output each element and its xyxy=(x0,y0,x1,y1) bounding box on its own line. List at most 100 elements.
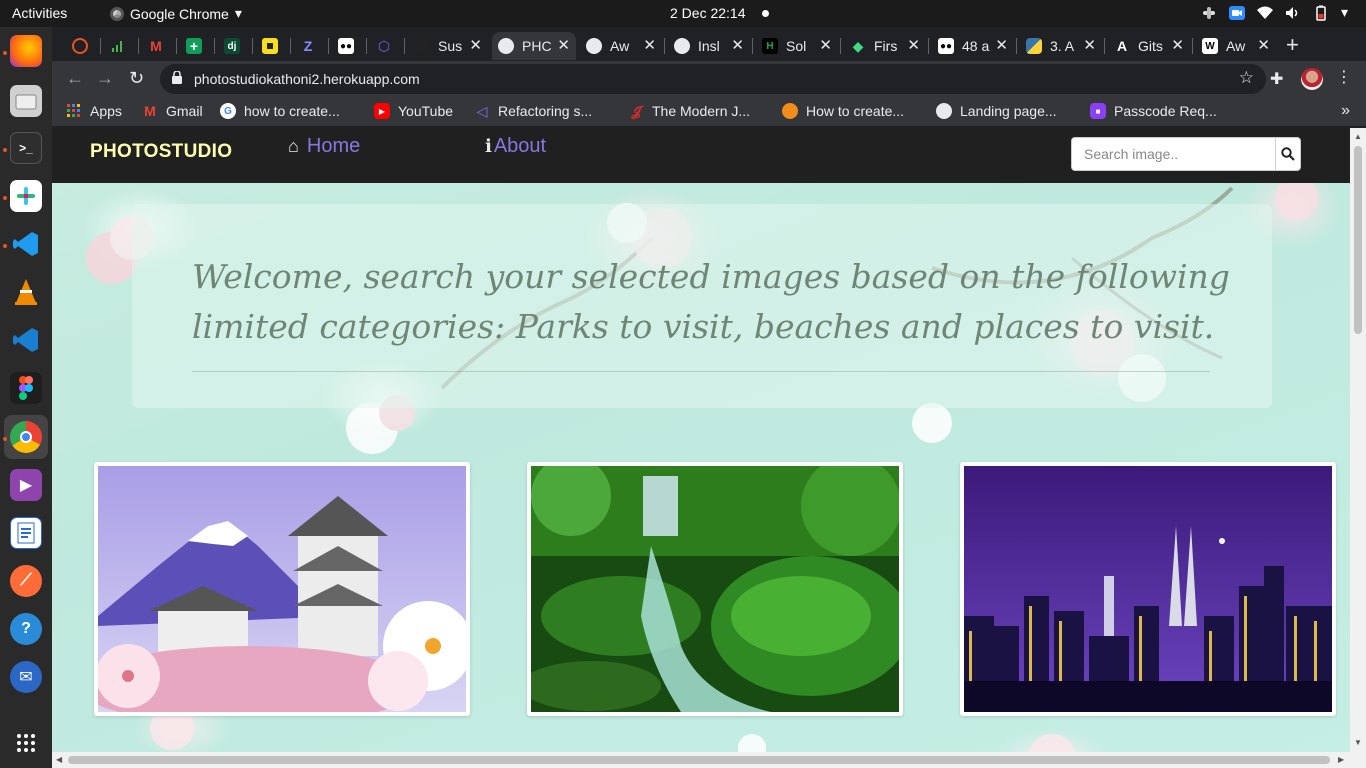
terminal-icon[interactable]: >_ xyxy=(10,132,42,164)
system-menu-chevron-icon[interactable]: ▾ xyxy=(1341,4,1348,21)
close-tab-icon[interactable]: ✕ xyxy=(819,36,832,54)
avatar[interactable] xyxy=(1301,68,1323,90)
reload-button[interactable]: ↻ xyxy=(129,68,144,89)
close-tab-icon[interactable]: ✕ xyxy=(907,36,920,54)
nav-home-link[interactable]: ⌂ Home xyxy=(288,135,360,158)
text-editor-icon[interactable] xyxy=(10,517,42,549)
wifi-icon[interactable] xyxy=(1256,5,1273,21)
tab-aw2[interactable]: W Aw ✕ xyxy=(1196,32,1276,60)
tab-aw[interactable]: Aw ✕ xyxy=(580,32,662,60)
vertical-scrollbar-thumb[interactable] xyxy=(1354,146,1362,334)
scroll-up-icon[interactable]: ▲ xyxy=(1354,132,1362,141)
gallery-card-japan[interactable] xyxy=(94,462,470,716)
slack-tray-icon[interactable] xyxy=(1201,5,1217,21)
back-button[interactable]: ← xyxy=(66,68,84,89)
tab-hex[interactable]: ⬡ xyxy=(370,32,404,60)
a-icon: A xyxy=(1116,38,1128,54)
tab-separator xyxy=(840,38,841,54)
tab-zed[interactable]: Z xyxy=(294,32,328,60)
site-brand[interactable]: PHOTOSTUDIO xyxy=(90,141,232,163)
chrome-icon[interactable] xyxy=(10,421,42,453)
bookmark-passcode[interactable]: ■ Passcode Req... xyxy=(1090,103,1217,119)
tab-sheet[interactable]: + xyxy=(180,32,214,60)
close-tab-icon[interactable]: ✕ xyxy=(1171,36,1184,54)
bookmark-how-to-create-2[interactable]: How to create... xyxy=(782,103,904,119)
close-tab-icon[interactable]: ✕ xyxy=(643,36,656,54)
help-icon[interactable]: ? xyxy=(10,613,42,645)
tab-yellow[interactable] xyxy=(256,32,290,60)
bookmark-youtube[interactable]: ▶ YouTube xyxy=(374,103,453,119)
tab-signal[interactable] xyxy=(104,32,138,60)
horizontal-scrollbar-thumb[interactable] xyxy=(68,756,1330,764)
close-tab-icon[interactable]: ✕ xyxy=(995,36,1008,54)
firefox-icon[interactable] xyxy=(10,35,42,67)
hex-icon: ⬡ xyxy=(377,37,391,54)
close-tab-icon[interactable]: ✕ xyxy=(731,36,744,54)
close-tab-icon[interactable]: ✕ xyxy=(469,36,482,54)
tab-sus[interactable]: Sus ✕ xyxy=(408,32,488,60)
tab-sol[interactable]: H Sol ✕ xyxy=(756,32,838,60)
zoom-tray-icon[interactable] xyxy=(1228,5,1245,21)
new-tab-button[interactable]: + xyxy=(1286,32,1299,58)
bookmark-modern-js[interactable]: 𝓙 The Modern J... xyxy=(628,103,750,120)
tab-medium[interactable]: ●● xyxy=(332,32,366,60)
tab-gmail[interactable]: M xyxy=(142,32,176,60)
zed-icon: Z xyxy=(303,38,313,54)
volume-icon[interactable] xyxy=(1285,5,1301,21)
globe-icon xyxy=(586,38,602,54)
gallery-image[interactable] xyxy=(964,466,1332,712)
more-bookmarks-icon[interactable]: » xyxy=(1341,102,1350,120)
tab-photostudio[interactable]: PHC ✕ xyxy=(492,32,576,60)
chrome-menu-icon[interactable]: ⋮ xyxy=(1336,67,1352,87)
tab-django[interactable]: dj xyxy=(218,32,252,60)
gallery-image[interactable] xyxy=(531,466,899,712)
clock[interactable]: 2 Dec 22:14 xyxy=(670,5,746,21)
scroll-down-icon[interactable]: ▼ xyxy=(1354,738,1362,747)
battery-icon[interactable] xyxy=(1313,5,1329,21)
vlc-icon[interactable] xyxy=(10,276,42,308)
search-input[interactable] xyxy=(1072,138,1275,170)
video-player-icon[interactable]: ▶ xyxy=(10,469,42,501)
tab-gits[interactable]: A Gits ✕ xyxy=(1108,32,1190,60)
tab-insl[interactable]: Insl ✕ xyxy=(668,32,750,60)
tab-3a[interactable]: 3. A ✕ xyxy=(1020,32,1102,60)
figma-icon[interactable] xyxy=(10,372,42,404)
thunderbird-icon[interactable]: ✉ xyxy=(10,661,42,693)
extensions-icon[interactable]: ✚ xyxy=(1270,69,1283,89)
forward-button[interactable]: → xyxy=(96,68,114,89)
bookmark-how-to-create[interactable]: Ghow to create... xyxy=(220,103,340,119)
activities-button[interactable]: Activities xyxy=(12,5,67,21)
tab-firs[interactable]: ◆ Firs ✕ xyxy=(844,32,926,60)
vscode-insiders-icon[interactable] xyxy=(10,324,42,356)
close-tab-icon[interactable]: ✕ xyxy=(557,36,570,54)
show-applications-icon[interactable] xyxy=(10,727,42,759)
address-bar[interactable]: photostudiokathoni2.herokuapp.com ☆ xyxy=(160,64,1266,94)
search-button[interactable] xyxy=(1275,138,1300,170)
scroll-left-icon[interactable]: ◀ xyxy=(56,755,62,764)
bookmark-gmail[interactable]: M Gmail xyxy=(142,103,202,119)
welcome-jumbotron: Welcome, search your selected images bas… xyxy=(132,204,1272,408)
notification-dot-icon xyxy=(762,10,769,17)
vscode-icon[interactable] xyxy=(10,228,42,260)
files-icon[interactable] xyxy=(10,85,42,117)
system-tray[interactable]: ▾ xyxy=(1201,4,1348,21)
vertical-scrollbar[interactable]: ▲ ▼ xyxy=(1350,128,1366,768)
close-tab-icon[interactable]: ✕ xyxy=(1083,36,1096,54)
app-menu[interactable]: Google Chrome ▾ xyxy=(110,5,242,22)
nav-about-link[interactable]: ℹ About xyxy=(485,135,546,158)
postman-icon[interactable]: ⟋ xyxy=(10,565,42,597)
bookmark-star-icon[interactable]: ☆ xyxy=(1239,68,1254,88)
gallery-image[interactable] xyxy=(98,466,466,712)
tab-48a[interactable]: ●● 48 a ✕ xyxy=(932,32,1014,60)
gallery-card-city[interactable] xyxy=(960,462,1336,716)
horizontal-scrollbar[interactable]: ◀ ▶ xyxy=(52,752,1350,768)
gallery-card-waterfall[interactable] xyxy=(527,462,903,716)
slack-icon[interactable] xyxy=(10,180,42,212)
scroll-right-icon[interactable]: ▶ xyxy=(1338,755,1344,764)
close-tab-icon[interactable]: ✕ xyxy=(1257,36,1270,54)
bookmark-landing-page[interactable]: Landing page... xyxy=(936,103,1057,119)
tab-separator xyxy=(366,38,367,54)
bookmark-refactoring[interactable]: ◁ Refactoring s... xyxy=(474,103,593,120)
bookmark-apps[interactable]: Apps xyxy=(66,103,122,119)
tab-ubuntu[interactable] xyxy=(66,32,100,60)
